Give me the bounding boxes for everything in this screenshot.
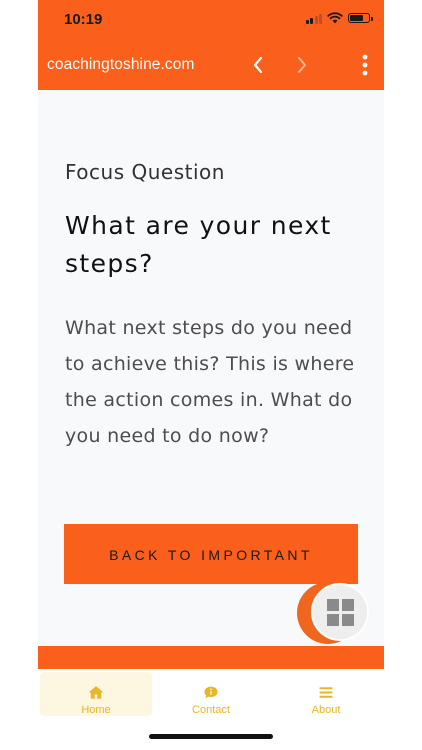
- footer-band: [38, 646, 384, 669]
- browser-header: 10:19 coachingtoshine.com: [38, 0, 384, 90]
- status-time: 10:19: [64, 11, 103, 28]
- menu-lines-icon: [319, 687, 333, 698]
- home-indicator[interactable]: [149, 734, 273, 739]
- tab-about[interactable]: About: [270, 672, 382, 716]
- more-vertical-icon: [362, 54, 368, 76]
- back-to-important-button[interactable]: BACK TO IMPORTANT: [64, 524, 358, 584]
- forward-button[interactable]: [290, 52, 314, 78]
- chat-info-icon: [204, 686, 218, 699]
- tab-about-label: About: [311, 704, 341, 716]
- more-options-button[interactable]: [356, 52, 374, 78]
- back-button[interactable]: [246, 52, 270, 78]
- phone-screen: 10:19 coachingtoshine.com Focus Question…: [0, 0, 422, 750]
- signal-icon: [305, 13, 322, 24]
- tab-contact-label: Contact: [192, 704, 230, 716]
- page-title: What are your next steps?: [65, 211, 332, 278]
- section-label: Focus Question: [65, 160, 225, 184]
- status-icons: [305, 12, 373, 24]
- url-text: coachingtoshine.com: [47, 56, 195, 73]
- frame-right: [384, 0, 422, 750]
- page-body-text: What next steps do you need to achieve t…: [65, 317, 355, 447]
- battery-icon: [348, 13, 373, 23]
- chevron-right-icon: [298, 57, 306, 73]
- home-icon: [89, 686, 103, 699]
- grid-icon: [326, 598, 354, 626]
- wifi-icon: [327, 12, 343, 24]
- app-screen: 10:19 coachingtoshine.com Focus Question…: [38, 0, 384, 750]
- chevron-left-icon: [253, 56, 263, 74]
- tab-contact[interactable]: Contact: [155, 672, 267, 716]
- tab-home-label: Home: [81, 704, 111, 716]
- apps-button[interactable]: [311, 583, 369, 641]
- frame-left: [0, 0, 38, 750]
- tab-home[interactable]: Home: [40, 672, 152, 716]
